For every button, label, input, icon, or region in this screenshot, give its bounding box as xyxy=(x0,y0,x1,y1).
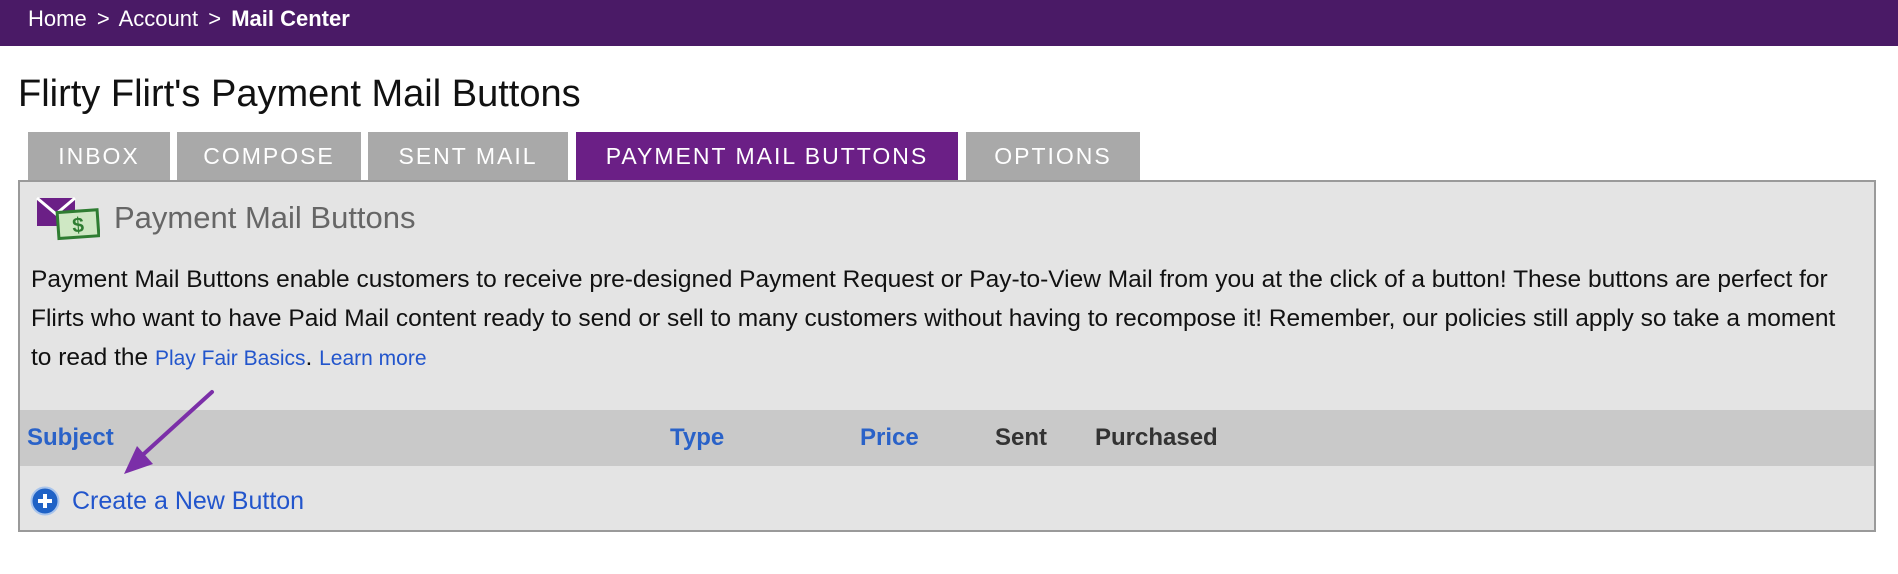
payment-mail-icon: $ xyxy=(36,196,100,241)
tab-sent-mail[interactable]: SENT MAIL xyxy=(368,132,568,180)
page-title: Flirty Flirt's Payment Mail Buttons xyxy=(18,73,581,115)
breadcrumb-home[interactable]: Home xyxy=(28,6,87,31)
tab-compose[interactable]: COMPOSE xyxy=(177,132,361,180)
panel-description: Payment Mail Buttons enable customers to… xyxy=(31,260,1861,378)
tab-inbox[interactable]: INBOX xyxy=(28,132,170,180)
description-period: . xyxy=(305,344,313,371)
column-sent: Sent xyxy=(995,424,1048,451)
create-new-button-link[interactable]: Create a New Button xyxy=(30,486,304,516)
panel-title: Payment Mail Buttons xyxy=(114,200,416,235)
svg-text:$: $ xyxy=(71,214,85,238)
tab-payment-mail-buttons[interactable]: PAYMENT MAIL BUTTONS xyxy=(576,132,958,180)
breadcrumb: Home > Account > Mail Center xyxy=(28,6,350,32)
plus-circle-icon xyxy=(30,486,60,516)
column-type[interactable]: Type xyxy=(670,424,724,452)
panel-header: $ Payment Mail Buttons xyxy=(36,194,416,242)
breadcrumb-separator: > xyxy=(208,6,222,31)
column-subject[interactable]: Subject xyxy=(27,424,114,452)
breadcrumb-account[interactable]: Account xyxy=(119,6,199,31)
breadcrumb-current: Mail Center xyxy=(231,6,350,31)
top-bar: Home > Account > Mail Center xyxy=(0,0,1898,46)
column-purchased: Purchased xyxy=(1095,424,1218,451)
learn-more-link[interactable]: Learn more xyxy=(319,347,426,370)
breadcrumb-separator: > xyxy=(96,6,110,31)
play-fair-basics-link[interactable]: Play Fair Basics xyxy=(155,347,306,370)
table-header: Subject Type Price Sent Purchased xyxy=(20,410,1874,466)
tab-options[interactable]: OPTIONS xyxy=(966,132,1140,180)
payment-mail-buttons-panel: $ Payment Mail Buttons Payment Mail Butt… xyxy=(18,180,1876,532)
create-new-button-label: Create a New Button xyxy=(72,486,305,515)
column-price[interactable]: Price xyxy=(860,424,919,452)
